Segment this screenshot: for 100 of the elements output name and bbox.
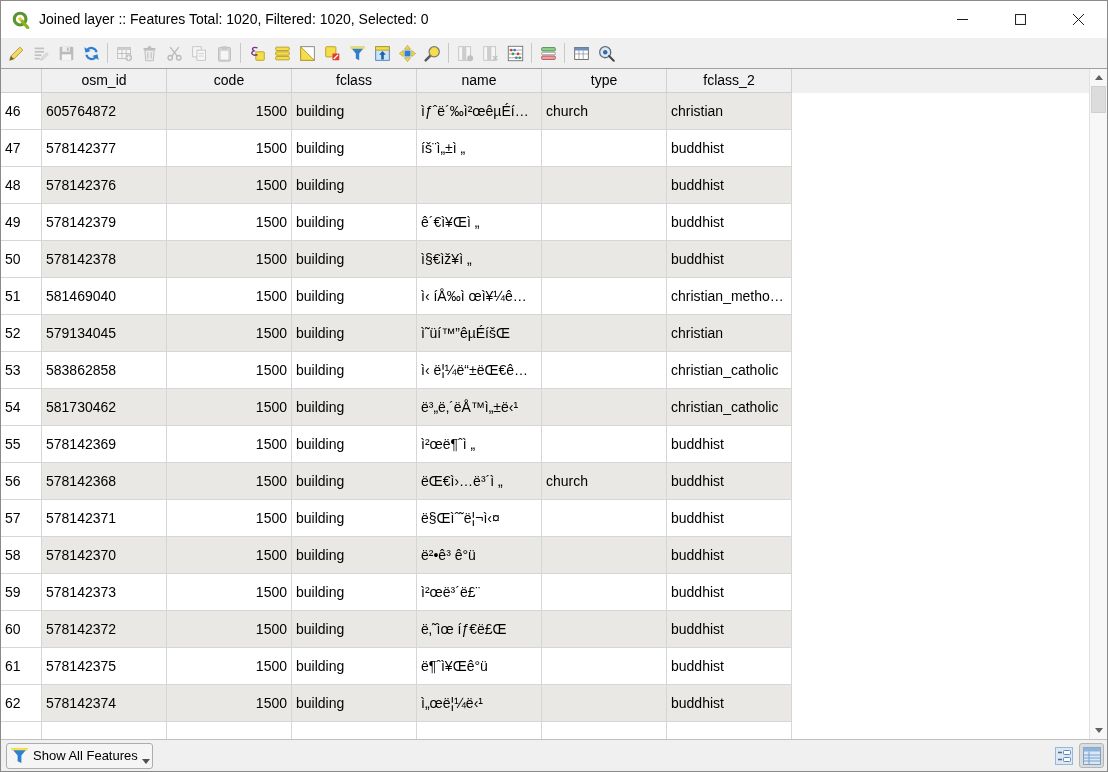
table-cell: 1500	[167, 130, 292, 167]
table-column-icon	[456, 44, 474, 62]
row-header-corner[interactable]	[1, 69, 42, 93]
table-cell: 578142372	[42, 611, 167, 648]
row-number[interactable]: 48	[1, 167, 42, 204]
table-cell: building	[292, 648, 417, 685]
table-cell: christian_metho…	[667, 278, 792, 315]
table-cell: buddhist	[667, 500, 792, 537]
table-cell: building	[292, 204, 417, 241]
abacus-icon	[506, 44, 524, 62]
table-cell: ì‹ íÅ‰ì œì¥¼ê…	[417, 278, 542, 315]
table-cell: 1500	[167, 352, 292, 389]
table-cell: 578142375	[42, 648, 167, 685]
table-cell: christian	[667, 315, 792, 352]
vertical-scrollbar[interactable]	[1089, 69, 1107, 739]
table-cell: 1500	[167, 241, 292, 278]
table-cell: building	[292, 574, 417, 611]
funnel-icon	[10, 746, 29, 765]
row-number[interactable]: 58	[1, 537, 42, 574]
row-number[interactable]: 54	[1, 389, 42, 426]
table-cell: buddhist	[667, 463, 792, 500]
table-cell: 1500	[167, 93, 292, 130]
table-cell: ë¶ˆì¥Œê°ü	[417, 648, 542, 685]
table-cell: 605764872	[42, 93, 167, 130]
half-square-icon	[298, 44, 316, 62]
table-cell: 1500	[167, 463, 292, 500]
epsilon-square-icon	[248, 44, 266, 62]
table-cell: 1500	[167, 648, 292, 685]
table-cell: 578142371	[42, 500, 167, 537]
form-view-icon	[1054, 746, 1073, 765]
table-cell: 578142370	[42, 537, 167, 574]
table-cell: buddhist	[667, 426, 792, 463]
table-cell: 578142374	[42, 685, 167, 722]
funnel-icon	[348, 44, 366, 62]
table-cell: buddhist	[667, 574, 792, 611]
view-toggle-button[interactable]	[1079, 743, 1104, 768]
table-cell: 578142373	[42, 574, 167, 611]
row-number[interactable]: 49	[1, 204, 42, 241]
table-cell: buddhist	[667, 167, 792, 204]
table-cell: ì˜üí™”êµÉíšŒ	[417, 315, 542, 352]
row-number[interactable]: 60	[1, 611, 42, 648]
table-cell: 578142376	[42, 167, 167, 204]
table-cell: building	[292, 241, 417, 278]
table-cell: 579134045	[42, 315, 167, 352]
table-cell: building	[292, 611, 417, 648]
pencil-icon	[7, 44, 25, 62]
row-number[interactable]: 55	[1, 426, 42, 463]
table-cell: building	[292, 463, 417, 500]
table-cell: ì§€ìž¥ì „	[417, 241, 542, 278]
scroll-down-arrow-icon[interactable]	[1094, 728, 1103, 733]
row-number[interactable]: 62	[1, 685, 42, 722]
table-cell: ê´€ì¥Œì „	[417, 204, 542, 241]
table-cell: buddhist	[667, 241, 792, 278]
table-cell: building	[292, 389, 417, 426]
row-number[interactable]: 51	[1, 278, 42, 315]
table-cell: 1500	[167, 537, 292, 574]
scroll-up-arrow-icon[interactable]	[1094, 75, 1103, 80]
table-cell: ìƒˆë´‰ì²œêµÉí…	[417, 93, 542, 130]
bars-icon	[539, 44, 557, 62]
table-column-remove-icon	[481, 44, 499, 62]
table-cell: buddhist	[667, 648, 792, 685]
row-number[interactable]: 52	[1, 315, 42, 352]
window-title: Joined layer :: Features Total: 1020, Filtered: 1020, Selected: 0	[39, 10, 429, 29]
window-icon	[572, 44, 590, 62]
row-number[interactable]: 61	[1, 648, 42, 685]
table-plus-icon	[115, 44, 133, 62]
magnifier-icon	[597, 44, 615, 62]
table-cell: 1500	[167, 500, 292, 537]
row-number[interactable]: 59	[1, 574, 42, 611]
row-number[interactable]: 57	[1, 500, 42, 537]
table-cell: buddhist	[667, 537, 792, 574]
table-cell: 581469040	[42, 278, 167, 315]
clipboard-icon	[215, 44, 233, 62]
maximize-icon	[1014, 14, 1026, 25]
table-cell: buddhist	[667, 204, 792, 241]
logo-icon	[12, 10, 30, 29]
table-cell: building	[292, 685, 417, 722]
table-cell: building	[292, 426, 417, 463]
stacked-bars-icon	[273, 44, 291, 62]
row-number[interactable]: 56	[1, 463, 42, 500]
table-cell: ë²•ê³ ê°ü	[417, 537, 542, 574]
table-cell: building	[292, 352, 417, 389]
copy-icon	[190, 44, 208, 62]
table-cell: 578142379	[42, 204, 167, 241]
row-number[interactable]: 53	[1, 352, 42, 389]
arrow-up-box-icon	[373, 44, 391, 62]
table-cell: 1500	[167, 685, 292, 722]
row-number[interactable]: 46	[1, 93, 42, 130]
table-cell: building	[292, 278, 417, 315]
table-cell: ì„œë¦¼ë‹¹	[417, 685, 542, 722]
table-cell: ë‚˜ìœ íƒ€ë£Œ	[417, 611, 542, 648]
table-cell: buddhist	[667, 685, 792, 722]
show-all-features-button[interactable]: Show All Features	[6, 742, 153, 769]
scrollbar-thumb[interactable]	[1091, 86, 1106, 113]
four-arrows-icon	[398, 44, 416, 62]
table-cell: 578142369	[42, 426, 167, 463]
refresh-icon	[82, 44, 100, 62]
table-cell: christian_catholic	[667, 352, 792, 389]
row-number[interactable]: 50	[1, 241, 42, 278]
row-number[interactable]: 47	[1, 130, 42, 167]
